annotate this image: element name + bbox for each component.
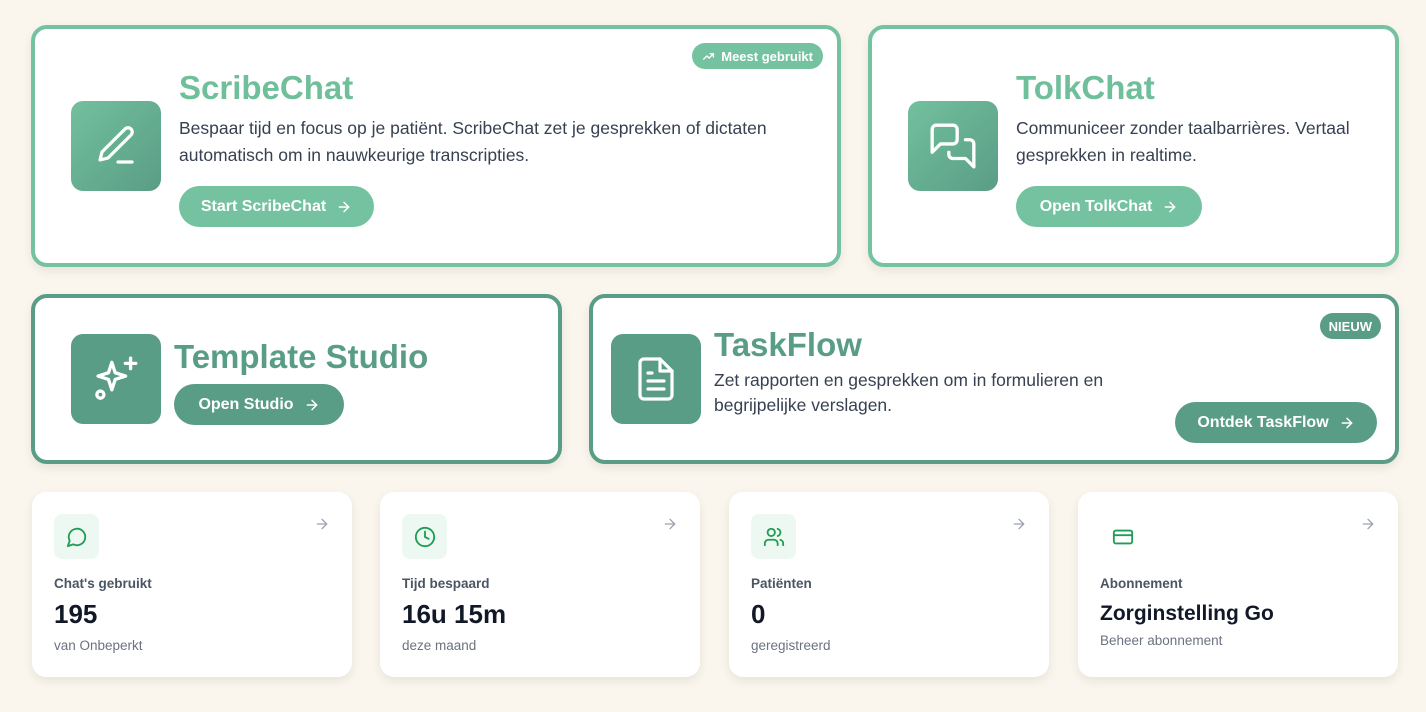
taskflow-title: TaskFlow bbox=[714, 326, 862, 363]
open-studio-button[interactable]: Open Studio bbox=[174, 384, 344, 425]
template-studio-card[interactable]: Template Studio Open Studio bbox=[31, 294, 562, 464]
stat-icon-box bbox=[402, 514, 447, 559]
discover-taskflow-button[interactable]: Ontdek TaskFlow bbox=[1175, 402, 1377, 443]
open-tolkchat-label: Open TolkChat bbox=[1039, 197, 1153, 215]
tolkchat-title: TolkChat bbox=[1016, 69, 1155, 106]
stat-card-patients[interactable]: Patiënten 0 geregistreerd bbox=[729, 492, 1049, 677]
taskflow-card[interactable]: NIEUW TaskFlow Zet rapporten en gesprekk… bbox=[589, 294, 1399, 464]
new-badge-label: NIEUW bbox=[1328, 318, 1372, 334]
arrow-right-icon bbox=[1341, 417, 1353, 428]
stat-icon-box bbox=[1100, 514, 1145, 559]
most-used-badge: Meest gebruikt bbox=[692, 43, 823, 69]
stat-value: 0 bbox=[751, 599, 766, 629]
trending-up-icon bbox=[703, 52, 715, 60]
stat-card-chats[interactable]: Chat's gebruikt 195 van Onbeperkt bbox=[32, 492, 352, 677]
document-icon bbox=[638, 357, 674, 401]
stat-card-time-saved[interactable]: Tijd bespaard 16u 15m deze maand bbox=[380, 492, 700, 677]
arrow-right-icon bbox=[306, 399, 317, 410]
stat-icon-box bbox=[54, 514, 99, 559]
stat-value: Zorginstelling Go bbox=[1100, 602, 1274, 625]
message-circle-icon bbox=[66, 527, 86, 547]
stat-subtext: deze maand bbox=[402, 638, 477, 653]
arrow-right-icon bbox=[1164, 201, 1176, 212]
pencil-icon bbox=[98, 126, 134, 164]
start-scribechat-button[interactable]: Start ScribeChat bbox=[179, 186, 374, 227]
stat-value: 195 bbox=[54, 599, 98, 629]
template-studio-icon-box bbox=[71, 334, 161, 424]
users-icon bbox=[763, 527, 784, 546]
stat-label: Abonnement bbox=[1100, 576, 1183, 591]
most-used-badge-label: Meest gebruikt bbox=[721, 48, 813, 64]
stat-card-subscription[interactable]: Abonnement Zorginstelling Go Beheer abon… bbox=[1078, 492, 1398, 677]
manage-subscription-link[interactable]: Beheer abonnement bbox=[1100, 633, 1222, 648]
tolkchat-card[interactable]: TolkChat Communiceer zonder taalbarrière… bbox=[868, 25, 1399, 267]
arrow-right-icon[interactable] bbox=[1011, 516, 1027, 532]
stat-icon-box bbox=[751, 514, 796, 559]
stat-label: Tijd bespaard bbox=[402, 576, 490, 591]
new-badge: NIEUW bbox=[1319, 313, 1381, 339]
scribechat-card[interactable]: Meest gebruikt ScribeChat Bespaar tijd e… bbox=[31, 25, 841, 267]
arrow-right-icon bbox=[338, 201, 350, 212]
clock-icon bbox=[414, 526, 435, 547]
stat-value: 16u 15m bbox=[402, 599, 507, 629]
chat-bubbles-icon bbox=[930, 123, 976, 169]
tolkchat-description: Communiceer zonder taalbarrières. Vertaa… bbox=[1016, 118, 1350, 165]
arrow-right-icon[interactable] bbox=[1360, 516, 1376, 532]
arrow-right-icon[interactable] bbox=[314, 516, 330, 532]
stat-subtext: geregistreerd bbox=[751, 638, 831, 653]
sparkles-icon bbox=[95, 356, 138, 400]
taskflow-icon-box bbox=[611, 334, 701, 424]
tolkchat-icon-box bbox=[908, 101, 998, 191]
open-tolkchat-button[interactable]: Open TolkChat bbox=[1016, 186, 1202, 227]
taskflow-description: Zet rapporten en gesprekken om in formul… bbox=[714, 370, 1104, 415]
arrow-right-icon[interactable] bbox=[662, 516, 678, 532]
open-studio-label: Open Studio bbox=[198, 395, 294, 413]
start-scribechat-label: Start ScribeChat bbox=[200, 197, 327, 215]
template-studio-title: Template Studio bbox=[174, 338, 429, 375]
stat-label: Chat's gebruikt bbox=[54, 576, 152, 591]
stat-subtext: van Onbeperkt bbox=[54, 638, 143, 653]
scribechat-icon-box bbox=[71, 101, 161, 191]
stat-label: Patiënten bbox=[751, 576, 812, 591]
scribechat-description: Bespaar tijd en focus op je patiënt. Scr… bbox=[179, 118, 767, 165]
scribechat-title: ScribeChat bbox=[179, 69, 354, 106]
discover-taskflow-label: Ontdek TaskFlow bbox=[1197, 413, 1329, 431]
credit-card-icon bbox=[1112, 529, 1133, 544]
